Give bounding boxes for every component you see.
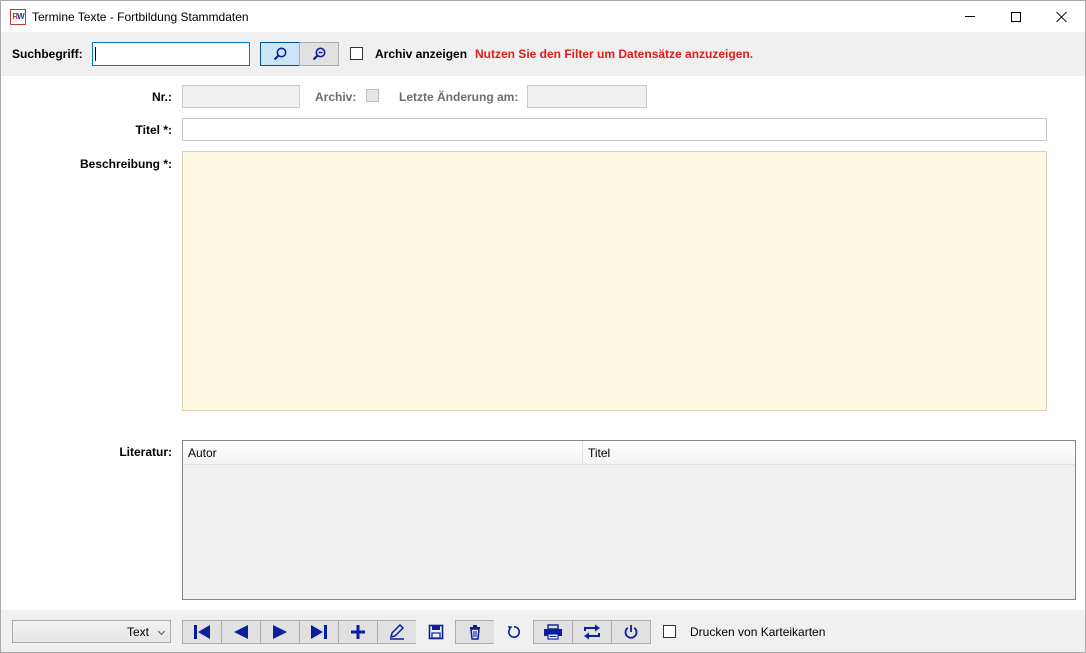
titel-label: Titel *: bbox=[135, 123, 172, 137]
literatur-grid[interactable]: Autor Titel bbox=[182, 440, 1076, 600]
minimize-icon bbox=[965, 16, 975, 17]
printer-icon bbox=[544, 624, 562, 640]
close-icon bbox=[1056, 11, 1068, 23]
last-record-icon bbox=[311, 625, 327, 639]
beschreibung-textarea[interactable] bbox=[182, 151, 1047, 411]
archiv-checkbox bbox=[366, 89, 379, 102]
print-button[interactable] bbox=[533, 620, 573, 644]
title-bar: RW Termine Texte - Fortbildung Stammdate… bbox=[1, 1, 1085, 32]
zoom-out-icon bbox=[312, 47, 326, 61]
combo-selected-value: Text bbox=[126, 625, 149, 639]
text-caret bbox=[95, 47, 96, 61]
column-header-titel[interactable]: Titel bbox=[583, 441, 1075, 465]
save-record-button[interactable] bbox=[416, 620, 456, 644]
first-record-button[interactable] bbox=[182, 620, 222, 644]
last-record-button[interactable] bbox=[299, 620, 339, 644]
application-window: RW Termine Texte - Fortbildung Stammdate… bbox=[0, 0, 1086, 653]
search-button[interactable] bbox=[260, 42, 300, 66]
chevron-down-icon bbox=[157, 627, 166, 636]
bottom-toolbar: Text Drucken von Karteikarten bbox=[1, 610, 1085, 652]
nr-field bbox=[182, 85, 300, 108]
print-cards-label: Drucken von Karteikarten bbox=[690, 625, 826, 639]
search-input[interactable] bbox=[92, 42, 250, 66]
window-title: Termine Texte - Fortbildung Stammdaten bbox=[32, 10, 249, 24]
beschreibung-label: Beschreibung *: bbox=[79, 157, 172, 171]
edit-record-button[interactable] bbox=[377, 620, 417, 644]
swap-arrows-icon bbox=[584, 624, 600, 640]
swap-button[interactable] bbox=[572, 620, 612, 644]
archive-show-label: Archiv anzeigen bbox=[375, 47, 468, 61]
close-button[interactable] bbox=[1039, 1, 1085, 32]
search-bar: Suchbegriff: Archiv anzeigen Nutzen Sie … bbox=[1, 32, 1085, 76]
next-record-button[interactable] bbox=[260, 620, 300, 644]
plus-icon bbox=[351, 625, 365, 639]
last-change-label: Letzte Änderung am: bbox=[399, 90, 519, 104]
pencil-icon bbox=[389, 624, 405, 640]
first-record-icon bbox=[194, 625, 210, 639]
titel-input[interactable] bbox=[182, 118, 1047, 141]
search-label: Suchbegriff: bbox=[12, 47, 83, 61]
floppy-disk-icon bbox=[428, 624, 444, 640]
print-cards-checkbox[interactable] bbox=[663, 625, 676, 638]
maximize-button[interactable] bbox=[993, 1, 1039, 32]
refresh-button[interactable] bbox=[494, 620, 534, 644]
nr-label: Nr.: bbox=[151, 90, 172, 104]
column-header-autor[interactable]: Autor bbox=[183, 441, 583, 465]
minimize-button[interactable] bbox=[947, 1, 993, 32]
exit-button[interactable] bbox=[611, 620, 651, 644]
magnifier-icon bbox=[273, 47, 287, 61]
zoom-out-search-button[interactable] bbox=[299, 42, 339, 66]
search-button-group bbox=[260, 42, 339, 66]
literatur-label: Literatur: bbox=[119, 445, 172, 459]
record-navigation bbox=[182, 620, 651, 644]
power-icon bbox=[624, 625, 638, 639]
refresh-icon bbox=[508, 625, 521, 638]
filter-hint: Nutzen Sie den Filter um Datensätze anzu… bbox=[475, 47, 754, 61]
app-logo-icon: RW bbox=[10, 9, 26, 25]
maximize-icon bbox=[1011, 11, 1021, 22]
trash-icon bbox=[470, 625, 480, 640]
report-type-combobox[interactable]: Text bbox=[12, 620, 171, 643]
next-record-icon bbox=[273, 625, 287, 639]
last-change-field bbox=[527, 85, 647, 108]
previous-record-icon bbox=[234, 625, 248, 639]
grid-header: Autor Titel bbox=[183, 441, 1075, 465]
delete-record-button[interactable] bbox=[455, 620, 495, 644]
archive-show-checkbox[interactable] bbox=[350, 47, 363, 60]
archiv-label: Archiv: bbox=[315, 90, 357, 104]
add-record-button[interactable] bbox=[338, 620, 378, 644]
previous-record-button[interactable] bbox=[221, 620, 261, 644]
